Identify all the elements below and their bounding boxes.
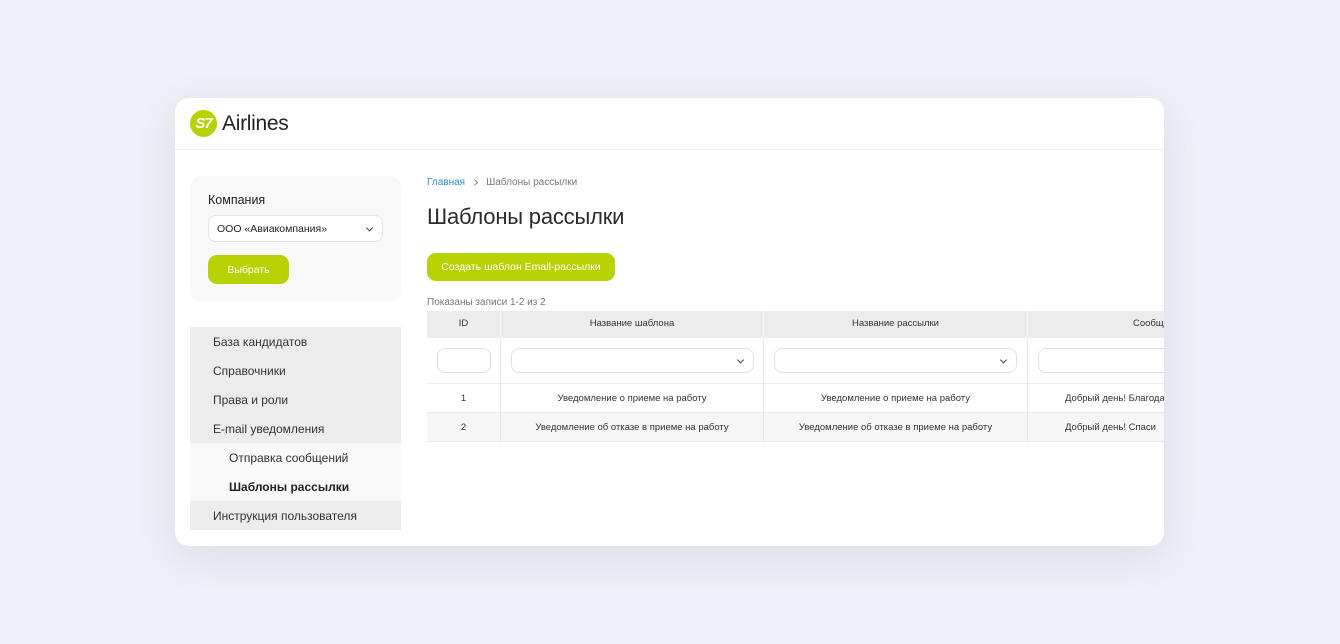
template-name-filter-select[interactable] <box>510 348 754 373</box>
sidebar-item-user-guide[interactable]: Инструкция пользователя <box>190 501 401 530</box>
main-content: Главная Шаблоны рассылки Шаблоны рассылк… <box>427 176 1164 442</box>
chevron-down-icon <box>365 223 374 232</box>
cell-mailing-name: Уведомление о приеме на работу <box>764 384 1028 412</box>
chevron-down-icon <box>999 355 1008 364</box>
column-header-id[interactable]: ID <box>427 311 501 338</box>
records-summary: Показаны записи 1-2 из 2 <box>427 297 546 308</box>
chevron-right-icon <box>471 178 479 186</box>
table-row[interactable]: 1 Уведомление о приеме на работу Уведомл… <box>427 384 1164 413</box>
mailing-name-filter-select[interactable] <box>774 348 1017 373</box>
cell-message: Добрый день! Благода <box>1065 392 1164 404</box>
sidebar-item-email-notifications[interactable]: E-mail уведомления <box>190 414 401 443</box>
breadcrumb: Главная Шаблоны рассылки <box>427 176 1164 188</box>
column-header-template-name[interactable]: Название шаблона <box>501 311 764 338</box>
table-header-row: ID Название шаблона Название рассылки Со… <box>427 311 1164 338</box>
create-email-template-button[interactable]: Создать шаблон Email-рассылки <box>427 253 615 281</box>
cell-id: 2 <box>427 413 501 441</box>
cell-message: Добрый день! Спаси <box>1065 421 1156 433</box>
cell-template-name: Уведомление о приеме на работу <box>501 384 764 412</box>
logo-icon[interactable]: S7 <box>190 110 217 137</box>
templates-table: ID Название шаблона Название рассылки Со… <box>427 311 1164 442</box>
sidebar-subitem-templates[interactable]: Шаблоны рассылки <box>190 472 401 501</box>
sidebar-item-directories[interactable]: Справочники <box>190 356 401 385</box>
cell-id: 1 <box>427 384 501 412</box>
sidebar-nav: База кандидатов Справочники Права и роли… <box>190 327 401 530</box>
app-window: S7 Airlines Компания ООО «Авиакомпания» … <box>175 98 1164 546</box>
company-label: Компания <box>208 193 266 207</box>
filter-cell-mailing <box>764 338 1028 383</box>
app-header: S7 Airlines <box>175 98 1164 150</box>
cell-template-name: Уведомление об отказе в приеме на работу <box>501 413 764 441</box>
page-title: Шаблоны рассылки <box>427 204 625 229</box>
breadcrumb-home-link[interactable]: Главная <box>427 177 465 188</box>
message-filter-input[interactable] <box>1038 348 1164 373</box>
column-header-message[interactable]: Сообщ <box>1028 311 1164 338</box>
logo-text[interactable]: Airlines <box>222 112 289 136</box>
filter-cell-template <box>501 338 764 383</box>
company-select[interactable]: ООО «Авиакомпания» <box>208 215 383 242</box>
table-filter-row <box>427 338 1164 384</box>
sidebar-item-roles[interactable]: Права и роли <box>190 385 401 414</box>
breadcrumb-current: Шаблоны рассылки <box>486 176 578 188</box>
filter-cell-id <box>427 338 501 383</box>
column-header-mailing-name[interactable]: Название рассылки <box>764 311 1028 338</box>
sidebar-subitem-send-messages[interactable]: Отправка сообщений <box>190 443 401 472</box>
sidebar-item-candidates[interactable]: База кандидатов <box>190 327 401 356</box>
cell-mailing-name: Уведомление об отказе в приеме на работу <box>764 413 1028 441</box>
table-row[interactable]: 2 Уведомление об отказе в приеме на рабо… <box>427 413 1164 442</box>
id-filter-input[interactable] <box>436 348 491 373</box>
chevron-down-icon <box>736 355 744 364</box>
filter-cell-message <box>1028 338 1164 383</box>
company-select-value: ООО «Авиакомпания» <box>217 222 328 235</box>
choose-button[interactable]: Выбрать <box>208 255 289 284</box>
company-card: Компания ООО «Авиакомпания» Выбрать <box>190 176 401 302</box>
